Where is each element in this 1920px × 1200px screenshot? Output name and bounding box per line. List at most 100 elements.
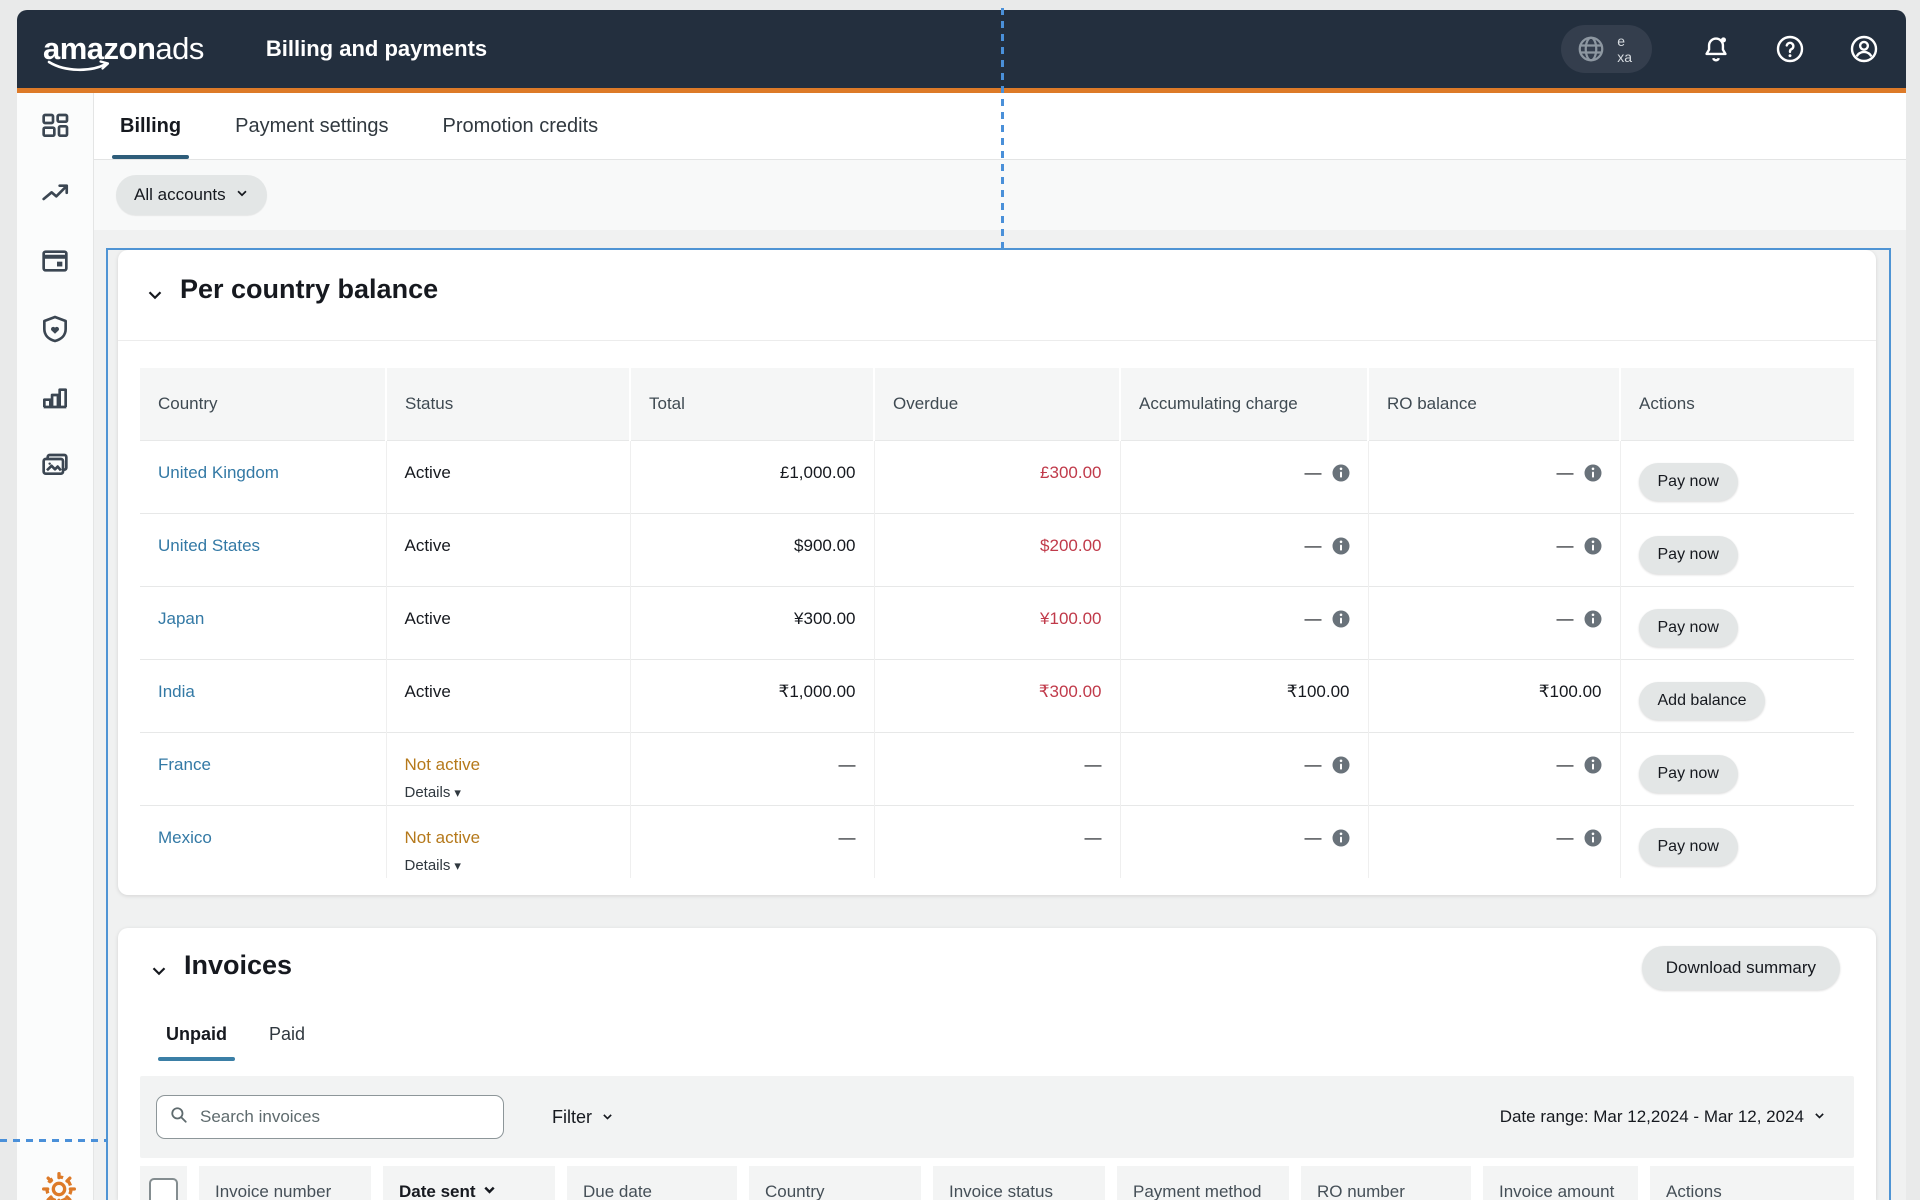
tab-promotion-credits[interactable]: Promotion credits <box>439 93 603 159</box>
total-value: £1,000.00 <box>629 439 874 513</box>
accumulating-value: — <box>1304 462 1322 482</box>
pay-now-button[interactable]: Pay now <box>1638 608 1738 647</box>
add-balance-button[interactable]: Add balance <box>1638 681 1766 720</box>
section-title: Invoices <box>184 950 293 980</box>
tab-payment-settings[interactable]: Payment settings <box>231 93 392 159</box>
tab-paid[interactable]: Paid <box>267 1024 307 1061</box>
overdue-value: $200.00 <box>873 512 1120 586</box>
pay-now-button[interactable]: Pay now <box>1638 462 1738 501</box>
country-link[interactable]: United States <box>158 536 260 555</box>
sidebar-item-reports-bar-chart-icon[interactable] <box>39 381 71 413</box>
col-country: Country <box>140 368 386 440</box>
total-value: ¥300.00 <box>629 585 874 659</box>
status-text: Not active <box>404 827 481 847</box>
collapse-chevron-icon[interactable] <box>144 284 166 311</box>
col-invoice-amount[interactable]: Invoice amount <box>1483 1166 1638 1200</box>
status-text: Active <box>404 535 451 555</box>
invoices-table-header: Invoice number Date sent Due date Countr… <box>140 1166 1854 1200</box>
select-all-checkbox[interactable] <box>149 1178 178 1200</box>
accumulating-value: — <box>1304 827 1322 847</box>
left-sidebar <box>17 93 94 1200</box>
info-icon[interactable] <box>1584 756 1602 774</box>
table-row: India Active ₹1,000.00 ₹300.00 ₹100.00 ₹… <box>140 658 1854 732</box>
status-text: Active <box>404 608 451 628</box>
pay-now-button[interactable]: Pay now <box>1638 754 1738 793</box>
info-icon[interactable] <box>1332 756 1350 774</box>
download-summary-button[interactable]: Download summary <box>1641 946 1840 990</box>
sidebar-item-billing-card-icon[interactable] <box>39 245 71 277</box>
collapse-chevron-icon[interactable] <box>148 960 170 987</box>
col-invoice-status[interactable]: Invoice status <box>933 1166 1105 1200</box>
info-icon[interactable] <box>1332 829 1350 847</box>
accumulating-value: — <box>1304 608 1322 628</box>
sidebar-item-brand-safety-shield-icon[interactable] <box>39 313 71 345</box>
info-icon[interactable] <box>1584 829 1602 847</box>
help-icon[interactable] <box>1774 33 1806 65</box>
sidebar-item-dashboard-grid-icon[interactable] <box>39 109 71 141</box>
col-invoice-number[interactable]: Invoice number <box>199 1166 371 1200</box>
invoices-tabs: Unpaid Paid <box>158 1024 307 1061</box>
col-overdue: Overdue <box>873 368 1120 440</box>
section-tabbar: Billing Payment settings Promotion credi… <box>94 93 1906 160</box>
locale-selector[interactable]: e xa <box>1561 25 1652 73</box>
ro-balance-value: — <box>1556 827 1574 847</box>
country-link[interactable]: United Kingdom <box>158 463 279 482</box>
info-icon[interactable] <box>1332 464 1350 482</box>
col-country[interactable]: Country <box>749 1166 921 1200</box>
ro-balance-value: — <box>1556 462 1574 482</box>
info-icon[interactable] <box>1332 610 1350 628</box>
total-value: $900.00 <box>629 512 874 586</box>
filter-dropdown[interactable]: Filter <box>552 1107 614 1128</box>
country-link[interactable]: Japan <box>158 609 204 628</box>
details-toggle[interactable]: Details <box>405 857 612 874</box>
caret-down-icon <box>454 858 461 874</box>
sidebar-item-creative-assets-icon[interactable] <box>39 449 71 481</box>
table-row: United Kingdom Active £1,000.00 £300.00 … <box>140 439 1854 513</box>
info-icon[interactable] <box>1584 537 1602 555</box>
col-date-sent[interactable]: Date sent <box>383 1166 555 1200</box>
table-row: France Not active Details — — — — Pay no… <box>140 731 1854 805</box>
info-icon[interactable] <box>1584 464 1602 482</box>
locale-text-bottom: xa <box>1617 49 1632 65</box>
search-invoices-input[interactable] <box>198 1106 490 1128</box>
country-link[interactable]: France <box>158 755 211 774</box>
tab-billing[interactable]: Billing <box>111 93 190 159</box>
table-row: United States Active $900.00 $200.00 — —… <box>140 512 1854 586</box>
filter-label: Filter <box>552 1106 592 1127</box>
col-status: Status <box>385 368 630 440</box>
chevron-down-icon <box>601 1107 614 1128</box>
amazon-ads-logo[interactable]: amazon ads <box>43 31 204 72</box>
select-all-cell <box>140 1166 187 1200</box>
all-accounts-label: All accounts <box>134 185 226 204</box>
col-ro-number[interactable]: RO number <box>1301 1166 1471 1200</box>
col-due-date[interactable]: Due date <box>567 1166 737 1200</box>
info-icon[interactable] <box>1584 610 1602 628</box>
invoices-card: Invoices Download summary Unpaid Paid Fi… <box>118 928 1876 1200</box>
col-actions: Actions <box>1650 1166 1854 1200</box>
table-row: Japan Active ¥300.00 ¥100.00 — — Pay now <box>140 585 1854 659</box>
pay-now-button[interactable]: Pay now <box>1638 535 1738 574</box>
notifications-bell-icon[interactable] <box>1700 33 1732 65</box>
country-link[interactable]: India <box>158 682 195 701</box>
accumulating-value: ₹100.00 <box>1119 658 1368 732</box>
all-accounts-dropdown[interactable]: All accounts <box>116 175 267 215</box>
details-toggle[interactable]: Details <box>405 784 612 801</box>
info-icon[interactable] <box>1332 537 1350 555</box>
pay-now-button[interactable]: Pay now <box>1638 827 1738 866</box>
col-payment-method[interactable]: Payment method <box>1117 1166 1289 1200</box>
per-country-balance-card: Per country balance Country Status Total… <box>118 250 1876 895</box>
settings-gear-icon[interactable] <box>39 1169 79 1200</box>
amazon-smile-icon <box>47 60 110 72</box>
table-header-row: Country Status Total Overdue Accumulatin… <box>140 368 1854 440</box>
date-range-dropdown[interactable]: Date range: Mar 12,2024 - Mar 12, 2024 <box>1500 1107 1826 1127</box>
accumulating-value: — <box>1304 535 1322 555</box>
country-link[interactable]: Mexico <box>158 828 212 847</box>
per-country-balance-table: Country Status Total Overdue Accumulatin… <box>140 368 1854 878</box>
sidebar-item-performance-trend-icon[interactable] <box>39 177 71 209</box>
search-invoices-box <box>156 1095 504 1139</box>
account-user-icon[interactable] <box>1848 33 1880 65</box>
section-title: Per country balance <box>180 274 439 304</box>
chevron-down-icon <box>235 185 249 205</box>
tab-unpaid[interactable]: Unpaid <box>158 1024 235 1061</box>
ro-balance-value: — <box>1556 535 1574 555</box>
